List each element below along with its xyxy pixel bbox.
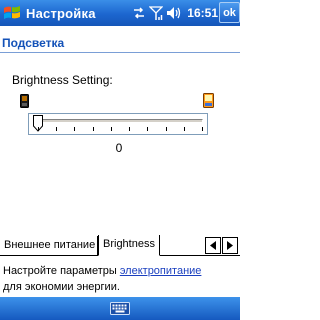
tab-external-power[interactable]: Внешнее питание — [0, 236, 98, 256]
windows-flag-icon[interactable] — [0, 0, 24, 26]
page-title: Подсветка — [2, 36, 65, 50]
tab-scroll-right-button[interactable] — [222, 237, 238, 254]
slider-tick — [110, 127, 112, 131]
brightness-slider[interactable] — [28, 113, 208, 135]
dim-phone-icon — [20, 94, 29, 113]
ok-button[interactable]: ok — [219, 2, 240, 23]
menu-bar — [0, 297, 240, 320]
slider-tick — [38, 127, 39, 131]
slider-tick — [147, 127, 149, 131]
header-divider — [0, 52, 240, 53]
power-settings-link[interactable]: электропитание — [120, 265, 202, 277]
tab-brightness[interactable]: Brightness — [98, 235, 160, 256]
info-text: Настройте параметры электропитание для э… — [3, 263, 238, 295]
info-text-after: для экономии энергии. — [3, 281, 120, 293]
slider-track[interactable] — [36, 119, 203, 123]
info-text-before: Настройте параметры — [3, 265, 120, 277]
brightness-label: Brightness Setting: — [12, 73, 113, 87]
triangle-right-icon — [227, 241, 233, 250]
signal-icon[interactable] — [149, 3, 164, 23]
slider-tick — [202, 127, 203, 131]
clock[interactable]: 16:51 — [187, 6, 218, 20]
status-tray: 16:51 — [132, 0, 218, 26]
slider-tick — [56, 127, 58, 131]
connectivity-icon[interactable] — [132, 3, 146, 23]
slider-tick — [92, 127, 94, 131]
slider-tick — [165, 127, 167, 131]
triangle-left-icon — [210, 241, 216, 250]
title-bar: Настройка 16:51 ok — [0, 0, 240, 26]
slider-tick — [74, 127, 76, 131]
keyboard-icon[interactable] — [109, 299, 131, 317]
brightness-value: 0 — [115, 141, 123, 155]
app-title: Настройка — [26, 5, 96, 21]
slider-tick — [129, 127, 131, 131]
slider-tick — [183, 127, 185, 131]
volume-icon[interactable] — [166, 3, 182, 23]
tab-scroll-left-button[interactable] — [205, 237, 221, 254]
bright-phone-icon — [203, 93, 214, 113]
